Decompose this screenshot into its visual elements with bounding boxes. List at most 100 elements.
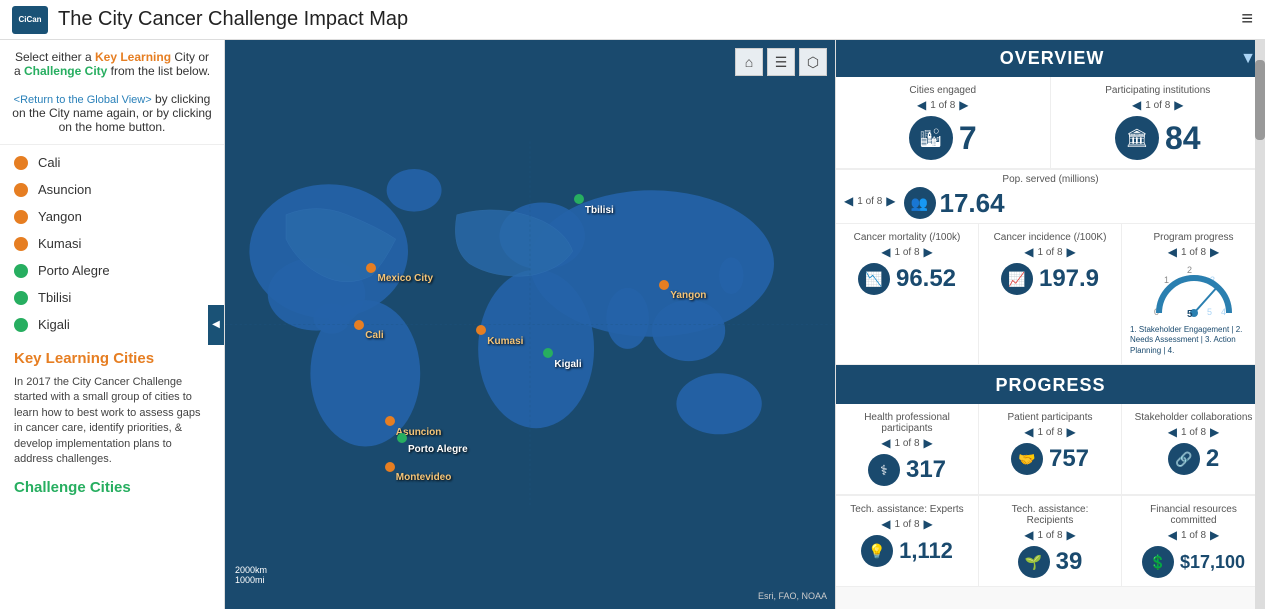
key-learning-section: Key Learning Cities In 2017 the City Can… — [0, 342, 224, 471]
cancer-incidence-main: 📈 197.9 — [1001, 263, 1099, 295]
pp2-prev[interactable]: ◀ — [1024, 425, 1033, 439]
sc-next[interactable]: ▶ — [1210, 425, 1219, 439]
map-list-button[interactable]: ☰ — [767, 48, 795, 76]
hp-nav: ◀ 1 of 8 ▶ — [881, 436, 933, 450]
te-prev[interactable]: ◀ — [881, 517, 890, 531]
tr-nav: ◀ 1 of 8 ▶ — [1024, 528, 1076, 542]
return-link[interactable]: <Return to the Global View> — [14, 94, 152, 106]
overview-section: OVERVIEW ▼ Cities engaged ◀ 1 of 8 ▶ 🏙 7 — [836, 40, 1265, 367]
cm-prev[interactable]: ◀ — [881, 245, 890, 259]
tech-experts-label: Tech. assistance: Experts — [850, 504, 963, 515]
participating-inst-value: 84 — [1165, 120, 1201, 157]
map-city-dot[interactable] — [366, 263, 376, 273]
cities-engaged-icon: 🏙 — [909, 116, 953, 160]
ci-next[interactable]: ▶ — [1067, 245, 1076, 259]
te-icon: 💡 — [861, 535, 893, 567]
map-area[interactable]: ⌂ ☰ ⬡ Mexico CityCaliAsuncionPorto Alegr… — [225, 40, 835, 609]
svg-text:5: 5 — [1187, 309, 1193, 320]
patient-participants-label: Patient participants — [1007, 412, 1092, 423]
hp-prev[interactable]: ◀ — [881, 436, 890, 450]
participating-inst-prev[interactable]: ◀ — [1132, 98, 1141, 112]
map-city-dot[interactable] — [476, 325, 486, 335]
progress-header: PROGRESS — [836, 367, 1265, 404]
health-professionals-label: Health professional participants — [844, 412, 970, 434]
participating-inst-main: 🏛 84 — [1115, 116, 1201, 160]
pp-nav: ◀ 1 of 8 ▶ — [1024, 425, 1076, 439]
pp2-next[interactable]: ▶ — [1067, 425, 1076, 439]
sc-prev[interactable]: ◀ — [1168, 425, 1177, 439]
fr-prev[interactable]: ◀ — [1168, 528, 1177, 542]
pop-prev[interactable]: ◀ — [844, 194, 853, 208]
cm-next[interactable]: ▶ — [924, 245, 933, 259]
financial-label: Financial resources committed — [1130, 504, 1257, 526]
map-city-dot[interactable] — [385, 462, 395, 472]
ci-prev[interactable]: ◀ — [1024, 245, 1033, 259]
progress-row2: Tech. assistance: Experts ◀ 1 of 8 ▶ 💡 1… — [836, 496, 1265, 587]
cancer-mortality-label: Cancer mortality (/100k) — [854, 232, 961, 243]
pp-value: 757 — [1049, 445, 1089, 473]
map-city-dot[interactable] — [574, 194, 584, 204]
overview-row1: Cities engaged ◀ 1 of 8 ▶ 🏙 7 Participat… — [836, 77, 1265, 170]
sidebar-info-text1: Select either a — [15, 50, 95, 64]
sidebar: Select either a Key Learning City or a C… — [0, 40, 225, 609]
participating-inst-nav-text: 1 of 8 — [1145, 100, 1170, 111]
map-city-dot[interactable] — [397, 433, 407, 443]
sidebar-city-item[interactable]: Yangon — [0, 203, 224, 230]
pop-next[interactable]: ▶ — [886, 194, 895, 208]
sc-nav: ◀ 1 of 8 ▶ — [1168, 425, 1220, 439]
pp-next[interactable]: ▶ — [1210, 245, 1219, 259]
menu-button[interactable]: ≡ — [1241, 8, 1253, 31]
tr-prev[interactable]: ◀ — [1024, 528, 1033, 542]
fr-next[interactable]: ▶ — [1210, 528, 1219, 542]
map-layers-button[interactable]: ⬡ — [799, 48, 827, 76]
financial-cell: Financial resources committed ◀ 1 of 8 ▶… — [1122, 496, 1265, 587]
app-header: CiCan The City Cancer Challenge Impact M… — [0, 0, 1265, 40]
overview-title: OVERVIEW — [1000, 48, 1105, 69]
scrollbar-thumb[interactable] — [1255, 60, 1265, 140]
overview-row3: Cancer mortality (/100k) ◀ 1 of 8 ▶ 📉 96… — [836, 224, 1265, 367]
cities-engaged-label: Cities engaged — [909, 85, 976, 96]
sidebar-city-item[interactable]: Kigali — [0, 311, 224, 338]
te-value: 1,112 — [899, 538, 953, 564]
program-progress-gauge: 0 1 2 3 4 5 — [1149, 263, 1239, 323]
te-next[interactable]: ▶ — [924, 517, 933, 531]
pp-prev[interactable]: ◀ — [1168, 245, 1177, 259]
svg-text:5: 5 — [1207, 307, 1212, 317]
financial-main: 💲 $17,100 — [1142, 546, 1245, 578]
financial-icon: 💲 — [1142, 546, 1174, 578]
participating-inst-next[interactable]: ▶ — [1174, 98, 1183, 112]
pop-served-nav: ◀ 1 of 8 ▶ — [844, 194, 896, 208]
cities-engaged-nav: ◀ 1 of 8 ▶ — [917, 98, 969, 112]
map-city-dot[interactable] — [385, 416, 395, 426]
city-dot-icon — [14, 291, 28, 305]
scrollbar-track[interactable] — [1255, 40, 1265, 609]
health-professionals-cell: Health professional participants ◀ 1 of … — [836, 404, 979, 495]
sidebar-city-item[interactable]: Asuncion — [0, 176, 224, 203]
map-city-dot[interactable] — [354, 320, 364, 330]
city-dot-icon — [14, 156, 28, 170]
cities-engaged-prev[interactable]: ◀ — [917, 98, 926, 112]
tr-next[interactable]: ▶ — [1067, 528, 1076, 542]
program-progress-cell: Program progress ◀ 1 of 8 ▶ 0 1 2 3 4 — [1122, 224, 1265, 365]
pop-served-row: Pop. served (millions) ◀ 1 of 8 ▶ 👥 17.6… — [836, 170, 1265, 224]
cities-engaged-next[interactable]: ▶ — [959, 98, 968, 112]
participating-inst-cell: Participating institutions ◀ 1 of 8 ▶ 🏛 … — [1051, 77, 1265, 169]
right-panel: OVERVIEW ▼ Cities engaged ◀ 1 of 8 ▶ 🏙 7 — [835, 40, 1265, 609]
sidebar-city-item[interactable]: Porto Alegre — [0, 257, 224, 284]
sc-icon: 🔗 — [1168, 443, 1200, 475]
sidebar-city-item[interactable]: Tbilisi — [0, 284, 224, 311]
key-learning-section-text: In 2017 the City Cancer Challenge starte… — [0, 371, 224, 471]
map-home-button[interactable]: ⌂ — [735, 48, 763, 76]
city-item-label: Asuncion — [38, 182, 91, 197]
svg-text:4: 4 — [1221, 307, 1226, 317]
patient-participants-main: 🤝 757 — [1011, 443, 1089, 475]
sidebar-city-item[interactable]: Cali — [0, 149, 224, 176]
map-city-dot[interactable] — [659, 280, 669, 290]
sidebar-collapse-button[interactable]: ◀ — [208, 305, 224, 345]
city-dot-icon — [14, 210, 28, 224]
cancer-incidence-value: 197.9 — [1039, 265, 1099, 293]
program-progress-legend: 1. Stakeholder Engagement | 2. Needs Ass… — [1130, 325, 1257, 356]
map-city-dot[interactable] — [543, 348, 553, 358]
sidebar-city-item[interactable]: Kumasi — [0, 230, 224, 257]
hp-next[interactable]: ▶ — [924, 436, 933, 450]
